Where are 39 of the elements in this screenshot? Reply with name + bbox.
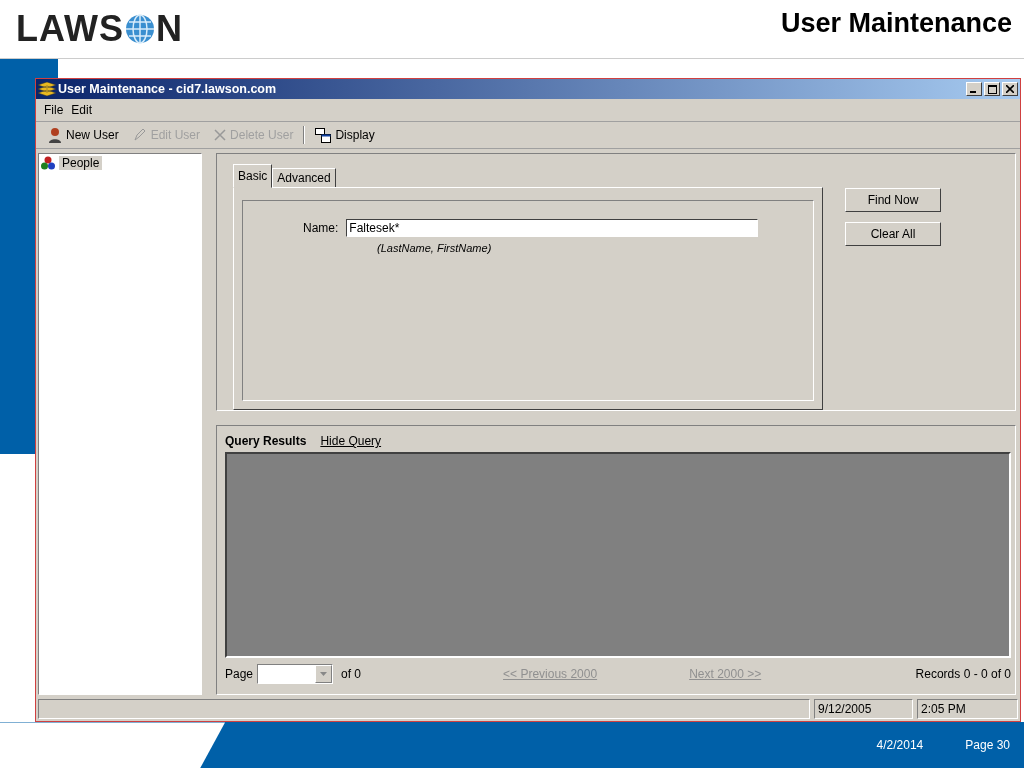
x-icon	[214, 129, 227, 142]
results-title: Query Results	[225, 434, 307, 449]
action-button[interactable]: Find Now	[845, 188, 941, 213]
pencil-icon	[132, 128, 147, 143]
close-button[interactable]	[1002, 82, 1018, 97]
maximize-button[interactable]	[984, 82, 1000, 97]
toolbar-button[interactable]: New User	[44, 127, 123, 144]
name-label: Name:	[303, 221, 339, 236]
menu-item[interactable]: File	[44, 103, 64, 118]
menu-item[interactable]: Edit	[71, 103, 93, 118]
person-icon	[48, 127, 62, 144]
maximize-icon	[987, 84, 997, 94]
logo-text: N	[156, 8, 183, 51]
name-hint: (LastName, FirstName)	[376, 242, 493, 255]
minimize-button[interactable]	[966, 82, 982, 97]
records-count: Records 0 - 0 of 0	[915, 667, 1011, 682]
action-button[interactable]: Clear All	[845, 222, 941, 247]
page-dropdown[interactable]	[257, 664, 334, 685]
windows-icon	[315, 127, 332, 143]
name-field[interactable]: Faltesek*	[346, 219, 759, 238]
hide-query-link[interactable]: Hide Query	[320, 434, 382, 449]
page-count: of 0	[341, 667, 362, 682]
tab[interactable]: Basic	[233, 164, 273, 189]
slide-title: User Maintenance	[780, 8, 1012, 39]
caret-icon	[320, 672, 328, 677]
app-icon	[38, 82, 56, 97]
logo-text: LAWS	[16, 8, 124, 51]
status-time: 2:05 PM	[917, 699, 1018, 720]
close-icon	[1006, 85, 1014, 94]
page-number: Page 30	[965, 738, 1010, 753]
window-title: User Maintenance - cid7.lawson.com	[58, 82, 278, 97]
tree-item[interactable]: People	[59, 156, 103, 171]
slide-date: 4/2/2014	[876, 738, 924, 753]
toolbar-button[interactable]: Display	[311, 127, 379, 143]
page-label: Page	[225, 667, 254, 682]
globe-icon	[125, 14, 155, 45]
status-date: 9/12/2005	[814, 699, 913, 720]
tab[interactable]: Advanced	[272, 168, 336, 189]
people-icon	[41, 156, 55, 171]
